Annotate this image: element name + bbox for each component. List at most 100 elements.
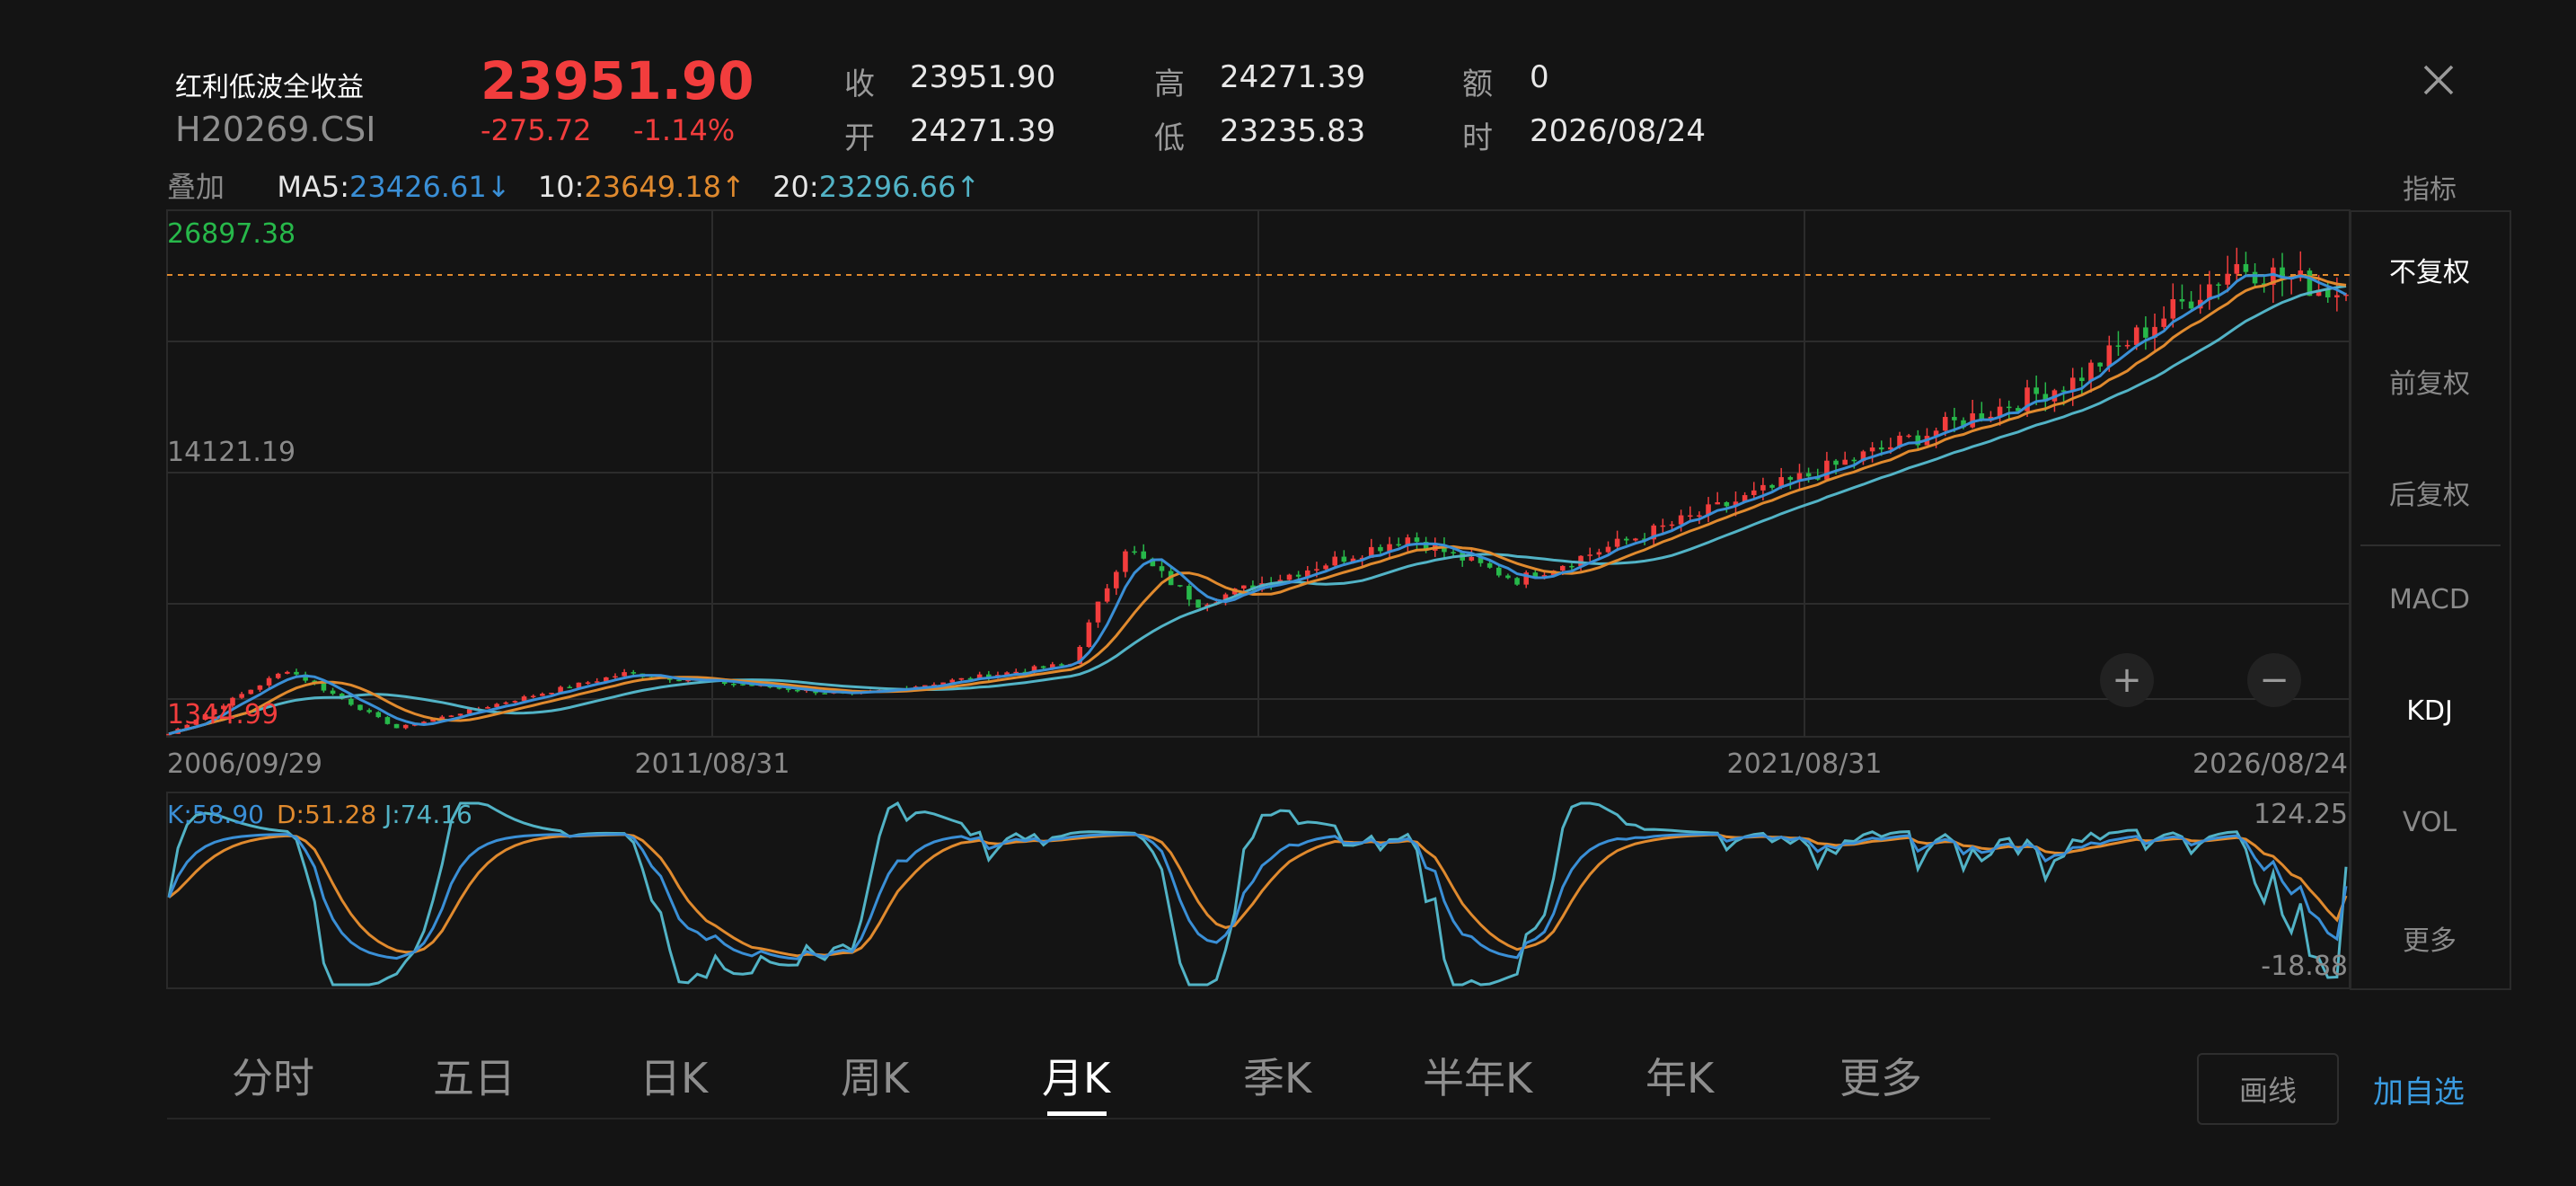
candle-body [1805,473,1812,477]
candle-body [2225,273,2230,285]
ma20-label: 20 [772,170,809,204]
candle-body [330,690,336,695]
candle-body [1851,459,1857,462]
candle-body [1678,515,1684,525]
candle-body [1942,417,1948,431]
menu-item-macd[interactable]: MACD [2353,584,2506,615]
candle-body [503,702,509,704]
candle-body [549,692,554,695]
candle-body [1724,501,1730,507]
y-top-label: 26897.38 [167,218,296,250]
menu-item-forward-adjust[interactable]: 前复权 [2353,361,2506,401]
kdj-chart[interactable]: K:58.90 D:51.28 J:74.16 124.25 -18.88 [0,791,2576,990]
candle-body [1669,524,1675,527]
candle-body [2252,271,2258,284]
candle-body [1842,459,1848,465]
y-bottom-label: 1344.99 [167,699,278,730]
tab-daily-k[interactable]: 日K [640,1046,708,1105]
stock-code: H20269.CSI [175,110,376,149]
candle-body [2033,387,2039,394]
zoom-out-button[interactable]: − [2247,653,2301,707]
candle-body [348,698,354,705]
menu-item-vol[interactable]: VOL [2353,807,2506,838]
ma20-arrow: ↑ [956,170,981,204]
candle-body [2079,377,2085,382]
menu-divider [2360,544,2501,546]
candle-body [1687,515,1693,518]
candle-body [402,724,409,729]
menu-item-more[interactable]: 更多 [2353,918,2506,958]
overlay-button[interactable]: 叠加 [167,170,225,204]
candle-body [676,679,682,682]
menu-item-backward-adjust[interactable]: 后复权 [2353,473,2506,512]
tab-half-year-k[interactable]: 半年K [1423,1046,1532,1105]
indicator-button[interactable]: 指标 [2353,167,2506,207]
tab-monthly-k[interactable]: 月K [1042,1046,1110,1105]
add-watchlist-button[interactable]: 加自选 [2373,1067,2465,1111]
ma10-value: 23649.18 [584,170,722,204]
candle-body [2234,263,2240,274]
candle-body [1104,588,1110,602]
y-mid-label: 14121.19 [167,437,296,468]
candle-body [1059,664,1064,666]
candle-body [949,679,956,683]
zoom-in-icon: + [2112,659,2142,701]
kdj-bottom-label: -18.88 [2261,951,2348,982]
candle-body [494,704,499,708]
candle-body [2179,299,2185,302]
tab-quarterly-k[interactable]: 季K [1243,1046,1311,1105]
tab-five-day[interactable]: 五日 [433,1046,516,1105]
amount-label: 额 [1462,66,1493,102]
candle-body [1486,562,1493,568]
candle-body [822,693,828,695]
x-tick-label: 2011/08/31 [635,748,790,780]
candle-body [2097,362,2103,367]
time-value: 2026/08/24 [1530,113,1706,149]
tab-more[interactable]: 更多 [1839,1046,1922,1105]
ma10-label: 10 [537,170,575,204]
candle-body [366,710,372,712]
kdj-top-label: 124.25 [2254,799,2348,830]
candle-body [958,677,965,680]
candle-body [1869,447,1875,452]
candle-body [1187,586,1192,600]
candle-body [1569,565,1575,568]
close-button[interactable] [2414,56,2463,104]
candle-body [2006,406,2012,409]
candle-body [485,707,490,709]
candle-body [1769,484,1775,488]
kdj-d-label: D:51.28 [277,800,376,829]
candle-body [2161,318,2166,327]
tab-weekly-k[interactable]: 周K [841,1046,909,1105]
tab-intraday[interactable]: 分时 [232,1046,314,1105]
candle-body [266,677,272,686]
x-tick-label: 2026/08/24 [2192,748,2348,780]
close-icon [2423,65,2454,95]
candle-body [1587,554,1592,556]
candle-body [448,715,454,717]
time-label: 时 [1462,120,1493,156]
menu-item-kdj[interactable]: KDJ [2353,695,2506,727]
candle-body [1824,460,1830,480]
x-tick-label: 2021/08/31 [1727,748,1883,780]
menu-item-no-adjust[interactable]: 不复权 [2353,250,2506,289]
low-value: 23235.83 [1220,113,1366,149]
candle-body [1623,538,1629,541]
candle-body [1141,551,1147,559]
candle-body [1332,556,1337,566]
draw-line-button[interactable]: 画线 [2197,1053,2339,1125]
candle-body [1495,567,1502,576]
candle-body [1878,447,1884,450]
candle-body [1095,601,1101,623]
candle-body [1697,515,1702,517]
candle-body [2216,284,2221,286]
candle-body [384,717,391,724]
candle-body [393,723,400,729]
candle-body [321,683,327,691]
candle-body [1040,666,1046,668]
zoom-in-button[interactable]: + [2100,653,2154,707]
candle-body [1323,565,1328,570]
tab-yearly-k[interactable]: 年K [1645,1046,1714,1105]
candle-body [1605,546,1611,553]
candlestick-chart[interactable]: 26897.38 14121.19 1344.99 2006/09/29 201… [0,207,2576,782]
